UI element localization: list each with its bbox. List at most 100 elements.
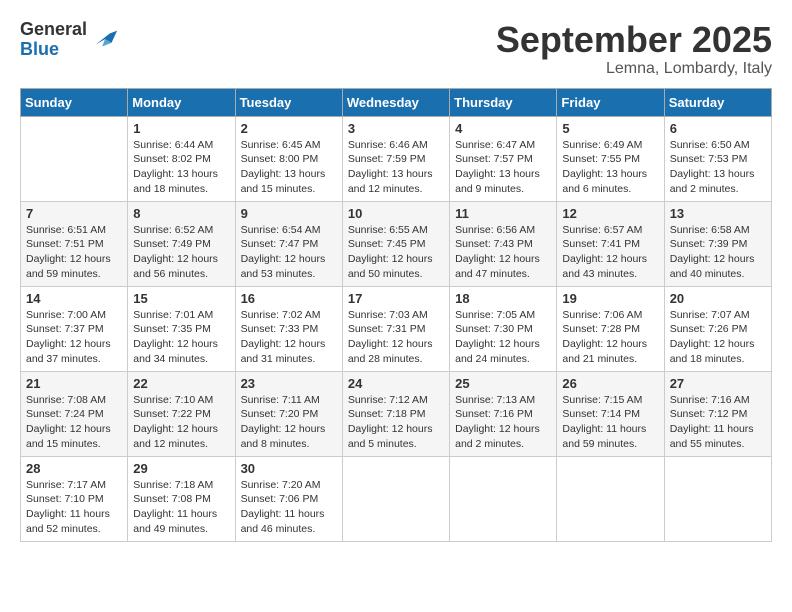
- month-title: September 2025: [496, 20, 772, 60]
- logo: General Blue: [20, 20, 119, 60]
- day-number: 9: [241, 206, 337, 221]
- calendar-cell: 24Sunrise: 7:12 AM Sunset: 7:18 PM Dayli…: [342, 371, 449, 456]
- day-number: 5: [562, 121, 658, 136]
- day-info: Sunrise: 6:57 AM Sunset: 7:41 PM Dayligh…: [562, 223, 658, 282]
- calendar-cell: 21 Sunrise: 7:08 AM Sunset: 7:24 PM Dayli…: [21, 371, 128, 456]
- calendar-cell: 28 Sunrise: 7:17 AM Sunset: 7:10 PM Dayli…: [21, 456, 128, 541]
- calendar-week-row: 28 Sunrise: 7:17 AM Sunset: 7:10 PM Dayli…: [21, 456, 772, 541]
- day-info: Sunrise: 7:18 AM Sunset: 7:08 PM Dayligh…: [133, 478, 229, 537]
- day-number: 12: [562, 206, 658, 221]
- calendar-cell: 20 Sunrise: 7:07 AM Sunset: 7:26 PM Dayli…: [664, 286, 771, 371]
- calendar-cell: 26 Sunrise: 7:15 AM Sunset: 7:14 PM Dayli…: [557, 371, 664, 456]
- day-info: Sunrise: 6:50 AM Sunset: 7:53 PM Dayligh…: [670, 138, 766, 197]
- day-number: 10: [348, 206, 444, 221]
- calendar-cell: 30 Sunrise: 7:20 AM Sunset: 7:06 PM Dayli…: [235, 456, 342, 541]
- day-info: Sunrise: 7:13 AM Sunset: 7:16 PM Dayligh…: [455, 393, 551, 452]
- day-number: 19: [562, 291, 658, 306]
- column-header-tuesday: Tuesday: [235, 88, 342, 116]
- day-info: Sunrise: 7:03 AM Sunset: 7:31 PM Dayligh…: [348, 308, 444, 367]
- day-info: Sunrise: 6:56 AM Sunset: 7:43 PM Dayligh…: [455, 223, 551, 282]
- day-number: 4: [455, 121, 551, 136]
- day-info: Sunrise: 7:12 AM Sunset: 7:18 PM Dayligh…: [348, 393, 444, 452]
- logo-icon: [91, 26, 119, 54]
- column-header-monday: Monday: [128, 88, 235, 116]
- day-number: 2: [241, 121, 337, 136]
- day-info: Sunrise: 6:45 AM Sunset: 8:00 PM Dayligh…: [241, 138, 337, 197]
- day-info: Sunrise: 6:55 AM Sunset: 7:45 PM Dayligh…: [348, 223, 444, 282]
- day-info: Sunrise: 6:49 AM Sunset: 7:55 PM Dayligh…: [562, 138, 658, 197]
- column-header-wednesday: Wednesday: [342, 88, 449, 116]
- day-number: 29: [133, 461, 229, 476]
- calendar-header-row: SundayMondayTuesdayWednesdayThursdayFrid…: [21, 88, 772, 116]
- calendar-week-row: 1Sunrise: 6:44 AM Sunset: 8:02 PM Daylig…: [21, 116, 772, 201]
- calendar-cell: 29 Sunrise: 7:18 AM Sunset: 7:08 PM Dayli…: [128, 456, 235, 541]
- day-info: Sunrise: 7:16 AM Sunset: 7:12 PM Dayligh…: [670, 393, 766, 452]
- calendar-cell: 14Sunrise: 7:00 AM Sunset: 7:37 PM Dayli…: [21, 286, 128, 371]
- day-number: 7: [26, 206, 122, 221]
- calendar-week-row: 7 Sunrise: 6:51 AM Sunset: 7:51 PM Daylig…: [21, 201, 772, 286]
- calendar-cell: 23Sunrise: 7:11 AM Sunset: 7:20 PM Dayli…: [235, 371, 342, 456]
- logo-text: General Blue: [20, 20, 87, 60]
- calendar-cell: 10 Sunrise: 6:55 AM Sunset: 7:45 PM Dayli…: [342, 201, 449, 286]
- day-number: 15: [133, 291, 229, 306]
- day-info: Sunrise: 7:17 AM Sunset: 7:10 PM Dayligh…: [26, 478, 122, 537]
- day-number: 28: [26, 461, 122, 476]
- calendar-cell: [450, 456, 557, 541]
- calendar-cell: 8 Sunrise: 6:52 AM Sunset: 7:49 PM Daylig…: [128, 201, 235, 286]
- day-number: 20: [670, 291, 766, 306]
- day-info: Sunrise: 6:54 AM Sunset: 7:47 PM Dayligh…: [241, 223, 337, 282]
- day-number: 8: [133, 206, 229, 221]
- calendar-cell: 11 Sunrise: 6:56 AM Sunset: 7:43 PM Dayli…: [450, 201, 557, 286]
- day-number: 18: [455, 291, 551, 306]
- day-number: 6: [670, 121, 766, 136]
- calendar-cell: 15Sunrise: 7:01 AM Sunset: 7:35 PM Dayli…: [128, 286, 235, 371]
- calendar-cell: 12 Sunrise: 6:57 AM Sunset: 7:41 PM Dayli…: [557, 201, 664, 286]
- day-info: Sunrise: 6:47 AM Sunset: 7:57 PM Dayligh…: [455, 138, 551, 197]
- day-number: 17: [348, 291, 444, 306]
- day-info: Sunrise: 7:05 AM Sunset: 7:30 PM Dayligh…: [455, 308, 551, 367]
- day-info: Sunrise: 6:52 AM Sunset: 7:49 PM Dayligh…: [133, 223, 229, 282]
- logo-blue: Blue: [20, 40, 87, 60]
- day-number: 23: [241, 376, 337, 391]
- day-info: Sunrise: 7:20 AM Sunset: 7:06 PM Dayligh…: [241, 478, 337, 537]
- calendar-cell: 5 Sunrise: 6:49 AM Sunset: 7:55 PM Daylig…: [557, 116, 664, 201]
- calendar-cell: 27 Sunrise: 7:16 AM Sunset: 7:12 PM Dayli…: [664, 371, 771, 456]
- day-number: 13: [670, 206, 766, 221]
- day-info: Sunrise: 7:00 AM Sunset: 7:37 PM Dayligh…: [26, 308, 122, 367]
- day-number: 11: [455, 206, 551, 221]
- day-info: Sunrise: 7:07 AM Sunset: 7:26 PM Dayligh…: [670, 308, 766, 367]
- logo-general: General: [20, 20, 87, 40]
- calendar-cell: 2 Sunrise: 6:45 AM Sunset: 8:00 PM Daylig…: [235, 116, 342, 201]
- day-info: Sunrise: 7:06 AM Sunset: 7:28 PM Dayligh…: [562, 308, 658, 367]
- calendar-cell: 6 Sunrise: 6:50 AM Sunset: 7:53 PM Daylig…: [664, 116, 771, 201]
- calendar-cell: 25Sunrise: 7:13 AM Sunset: 7:16 PM Dayli…: [450, 371, 557, 456]
- calendar-cell: 17 Sunrise: 7:03 AM Sunset: 7:31 PM Dayli…: [342, 286, 449, 371]
- day-info: Sunrise: 6:51 AM Sunset: 7:51 PM Dayligh…: [26, 223, 122, 282]
- column-header-friday: Friday: [557, 88, 664, 116]
- column-header-thursday: Thursday: [450, 88, 557, 116]
- calendar-cell: 18 Sunrise: 7:05 AM Sunset: 7:30 PM Dayli…: [450, 286, 557, 371]
- column-header-sunday: Sunday: [21, 88, 128, 116]
- day-number: 27: [670, 376, 766, 391]
- page-header: General Blue September 2025 Lemna, Lomba…: [20, 20, 772, 78]
- calendar-cell: 19 Sunrise: 7:06 AM Sunset: 7:28 PM Dayli…: [557, 286, 664, 371]
- day-number: 30: [241, 461, 337, 476]
- calendar-week-row: 21 Sunrise: 7:08 AM Sunset: 7:24 PM Dayli…: [21, 371, 772, 456]
- day-number: 3: [348, 121, 444, 136]
- day-info: Sunrise: 7:15 AM Sunset: 7:14 PM Dayligh…: [562, 393, 658, 452]
- calendar-cell: 13Sunrise: 6:58 AM Sunset: 7:39 PM Dayli…: [664, 201, 771, 286]
- calendar-cell: [342, 456, 449, 541]
- calendar-week-row: 14Sunrise: 7:00 AM Sunset: 7:37 PM Dayli…: [21, 286, 772, 371]
- calendar-cell: 22Sunrise: 7:10 AM Sunset: 7:22 PM Dayli…: [128, 371, 235, 456]
- day-info: Sunrise: 7:02 AM Sunset: 7:33 PM Dayligh…: [241, 308, 337, 367]
- calendar-cell: 9 Sunrise: 6:54 AM Sunset: 7:47 PM Daylig…: [235, 201, 342, 286]
- column-header-saturday: Saturday: [664, 88, 771, 116]
- day-info: Sunrise: 7:08 AM Sunset: 7:24 PM Dayligh…: [26, 393, 122, 452]
- calendar-cell: [664, 456, 771, 541]
- day-info: Sunrise: 6:46 AM Sunset: 7:59 PM Dayligh…: [348, 138, 444, 197]
- day-number: 21: [26, 376, 122, 391]
- calendar-table: SundayMondayTuesdayWednesdayThursdayFrid…: [20, 88, 772, 542]
- day-info: Sunrise: 7:10 AM Sunset: 7:22 PM Dayligh…: [133, 393, 229, 452]
- day-number: 16: [241, 291, 337, 306]
- day-number: 26: [562, 376, 658, 391]
